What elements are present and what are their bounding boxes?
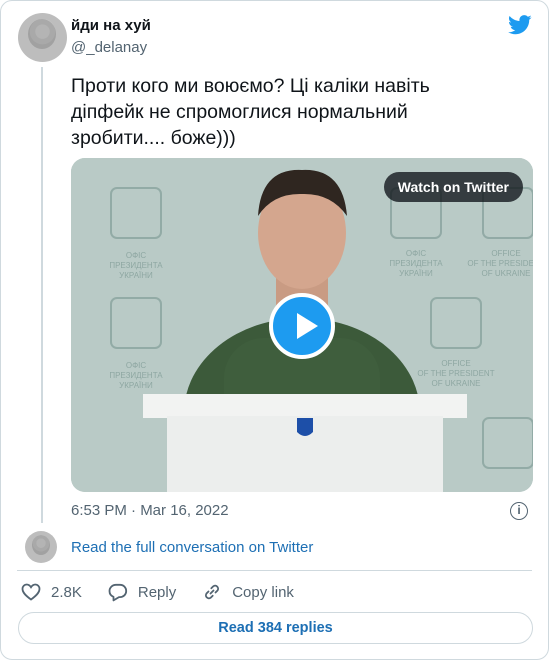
svg-text:ОФІС: ОФІС bbox=[406, 249, 427, 258]
svg-text:ОФІС: ОФІС bbox=[126, 361, 147, 370]
svg-text:ПРЕЗИДЕНТА: ПРЕЗИДЕНТА bbox=[109, 261, 163, 270]
reply-bubble-icon bbox=[108, 583, 127, 601]
action-bar: 2.8K Reply Copy link bbox=[21, 582, 320, 602]
read-conversation-link[interactable]: Read the full conversation on Twitter bbox=[71, 539, 313, 556]
reply-label: Reply bbox=[137, 583, 177, 601]
author-avatar[interactable] bbox=[18, 13, 67, 62]
svg-text:OF THE PRESIDENT: OF THE PRESIDENT bbox=[467, 259, 533, 268]
svg-text:OF UKRAINE: OF UKRAINE bbox=[482, 269, 531, 278]
svg-text:УКРАЇНИ: УКРАЇНИ bbox=[119, 271, 153, 280]
thread-line bbox=[41, 67, 43, 523]
tweet-text: Проти кого ми воюємо? Ці каліки навіть д… bbox=[71, 75, 430, 149]
play-icon[interactable] bbox=[269, 293, 335, 359]
svg-text:OF THE PRESIDENT: OF THE PRESIDENT bbox=[417, 369, 494, 378]
heart-icon bbox=[21, 583, 41, 601]
twitter-bird-icon[interactable] bbox=[508, 15, 532, 35]
svg-text:ПРЕЗИДЕНТА: ПРЕЗИДЕНТА bbox=[109, 371, 163, 380]
svg-text:УКРАЇНИ: УКРАЇНИ bbox=[119, 381, 153, 390]
reply-button[interactable]: Reply bbox=[108, 583, 176, 602]
author-display-name[interactable]: йди на хуй bbox=[71, 17, 151, 34]
svg-text:УКРАЇНИ: УКРАЇНИ bbox=[399, 269, 433, 278]
svg-text:ОФІС: ОФІС bbox=[126, 251, 147, 260]
svg-text:ПРЕЗИДЕНТА: ПРЕЗИДЕНТА bbox=[389, 259, 443, 268]
info-icon[interactable]: i bbox=[510, 502, 528, 520]
like-count: 2.8K bbox=[51, 583, 82, 601]
watch-on-twitter-button[interactable]: Watch on Twitter bbox=[383, 172, 523, 202]
like-button[interactable]: 2.8K bbox=[21, 583, 82, 601]
svg-text:OFFICE: OFFICE bbox=[491, 249, 520, 258]
read-replies-button[interactable]: Read 384 replies bbox=[18, 612, 533, 644]
link-icon bbox=[205, 584, 220, 600]
copy-link-button[interactable]: Copy link bbox=[202, 582, 294, 602]
tweet-timestamp[interactable]: 6:53 PM · Mar 16, 2022 bbox=[71, 502, 229, 519]
divider bbox=[17, 570, 532, 571]
copy-link-label: Copy link bbox=[232, 583, 294, 601]
author-handle[interactable]: @_delanay bbox=[71, 39, 147, 56]
tweet-card: йди на хуй @_delanay Проти кого ми воюєм… bbox=[0, 0, 549, 660]
svg-text:OF UKRAINE: OF UKRAINE bbox=[432, 379, 481, 388]
video-media[interactable]: ОФІС ПРЕЗИДЕНТА УКРАЇНИ ОФІС ПРЕЗИДЕНТА УКРА… bbox=[71, 158, 533, 492]
author-avatar-small[interactable] bbox=[25, 531, 57, 563]
svg-text:OFFICE: OFFICE bbox=[441, 359, 470, 368]
